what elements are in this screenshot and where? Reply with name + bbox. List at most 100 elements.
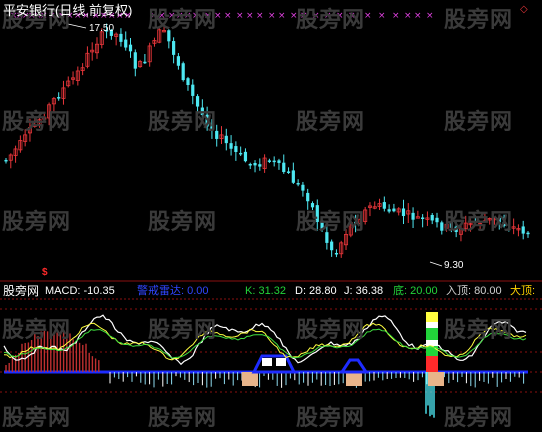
j-value: J: 36.38 [344,285,384,297]
k-value: K: 31.32 [245,285,286,297]
candle-body [382,202,386,209]
radar-zone [339,358,369,374]
candle-body [411,212,415,220]
radar-zone-fill [276,358,286,366]
top-marker: × [246,11,254,21]
candle-body [421,217,425,219]
low-price-label: 9.30 [444,260,464,271]
radar-zone [251,354,297,374]
signal-column [426,312,438,322]
candle-body [191,84,195,96]
top-entry-value: 入顶: 80.00 [446,285,502,297]
top-marker: × [278,11,286,21]
candle-body [224,135,228,144]
radar-block [242,372,258,386]
watermark: 股旁网 [2,405,72,430]
signal-column [426,328,438,340]
low-pointer [429,261,443,267]
watermark: 股旁网 [2,209,72,234]
signal-marker: $ [42,267,48,278]
candle-body [286,171,291,173]
watermark: 股旁网 [148,317,218,342]
stock-title: 平安银行(日线,前复权) [3,3,133,18]
watermark: 股旁网 [296,405,366,430]
watermark: 股旁网 [444,109,514,134]
candle-body [124,39,128,48]
candle-body [334,252,339,255]
top-marker: × [378,11,386,21]
watermark: 股旁网 [148,109,218,134]
watermark: 股旁网 [2,109,72,134]
candle-body [401,208,406,217]
watermark: 股旁网 [444,209,514,234]
big-top-value: 大顶: [510,285,536,297]
candle-body [239,152,243,155]
candle-body [258,164,262,167]
candle-body [296,183,300,185]
candle-body [435,217,439,223]
candle-body [387,209,391,212]
signal-column [426,322,438,328]
candle-body [57,97,61,99]
candle-body [267,160,271,162]
top-marker: × [364,11,372,21]
top-marker: × [268,11,276,21]
watermark: 股旁网 [444,317,514,342]
candle-body [253,163,257,166]
candle-body [128,44,133,52]
watermark: 股旁网 [296,7,366,32]
candle-body [143,61,147,64]
right-diamond: ◇ [520,4,528,15]
watermark: 股旁网 [444,7,514,32]
candle-body [291,170,295,183]
bottom-value: 底: 20.00 [393,285,438,297]
candle-body [234,146,238,152]
watermark: 股旁网 [444,405,514,430]
candle-body [306,192,310,202]
candle-body [248,163,252,166]
candle-body [301,184,305,191]
macd-value: MACD: -10.35 [45,285,115,297]
candle-body [277,160,281,163]
candle-body [4,159,8,162]
candle-body [229,143,233,149]
top-marker: × [404,11,412,21]
candle-body [330,241,334,251]
indicator-label: 股旁网 [3,284,40,298]
candle-body [521,226,525,234]
top-marker: × [224,11,232,21]
top-marker: × [236,11,244,21]
candle-body [282,162,286,173]
watermark: 股旁网 [296,317,366,342]
radar-block [428,372,444,386]
d-value: D: 28.80 [295,285,337,297]
radar-value: 警戒雷达: 0.00 [137,285,209,297]
radar-block [346,372,362,386]
candle-body [392,208,396,212]
watermark: 股旁网 [148,7,218,32]
signal-column [426,356,438,372]
watermark: 股旁网 [296,209,366,234]
candle-body [272,160,276,163]
candle-body [526,232,530,235]
candle-body [440,222,444,231]
candle-body [119,33,123,42]
radar-zone-fill [262,358,272,366]
candle-body [243,151,248,162]
candle-body [181,63,185,81]
watermark: 股旁网 [2,317,72,342]
watermark: 股旁网 [148,405,218,430]
top-marker: × [392,11,400,21]
watermark: 股旁网 [148,209,218,234]
top-marker: × [426,11,434,21]
candle-body [176,56,181,66]
chart-window[interactable]: × × × × × × × × × × × × × × × × × × × × × × × × × × × × × × × × × × × × × × × ×… [0,0,542,430]
candle-body [430,214,434,221]
watermark: 股旁网 [296,109,366,134]
candle-body [133,52,137,69]
candle-body [186,78,190,86]
candle-body [172,41,176,55]
high-price-label: 17.50 [89,23,115,34]
top-marker: × [414,11,422,21]
top-marker: × [256,11,264,21]
